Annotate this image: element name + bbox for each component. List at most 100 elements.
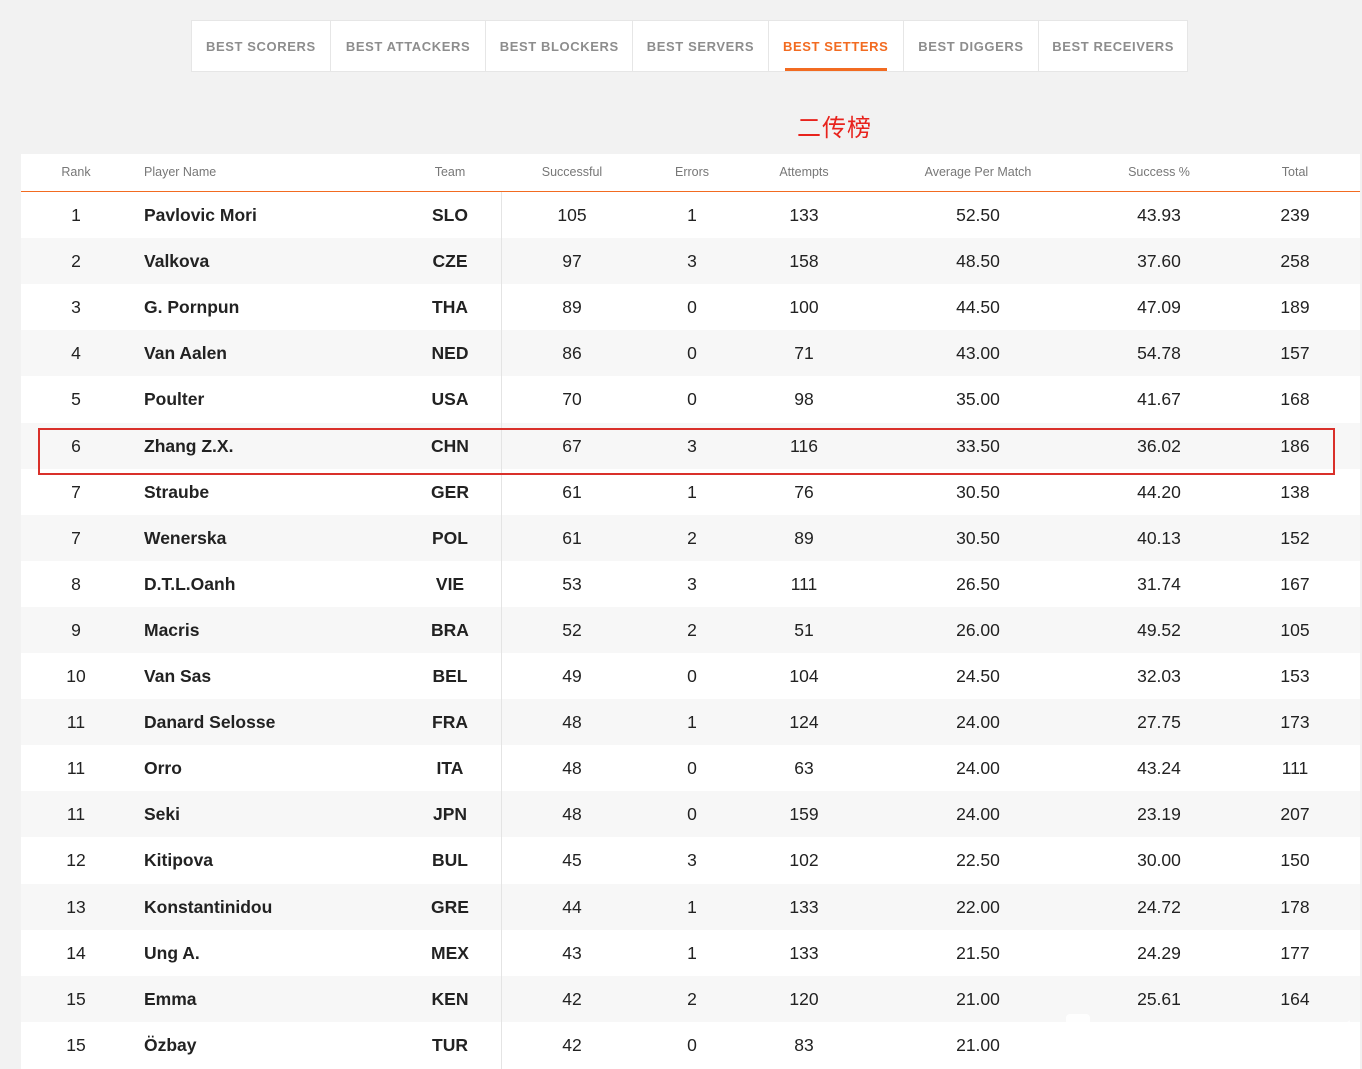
cell-name: Konstantinidou — [144, 896, 273, 917]
table-row[interactable]: 3 G. Pornpun THA 89 0 100 44.50 47.09 189 — [21, 284, 1360, 330]
cell-name: G. Pornpun — [144, 297, 240, 318]
table-row[interactable]: 7 Wenerska POL 61 2 89 30.50 40.13 152 — [21, 514, 1360, 561]
header-errors[interactable]: Errors — [652, 154, 732, 191]
tab-best-attackers[interactable]: BEST ATTACKERS — [331, 21, 487, 71]
cell-successful: 48 — [562, 758, 582, 779]
cell-errors: 0 — [687, 666, 697, 686]
tab-best-receivers[interactable]: BEST RECEIVERS — [1039, 21, 1187, 71]
cell-errors: 2 — [687, 619, 697, 640]
cell-name: Zhang Z.X. — [144, 435, 234, 456]
cell-avg: 52.50 — [956, 205, 1000, 225]
cell-errors: 1 — [687, 205, 697, 225]
cell-name: Ung A. — [144, 942, 200, 963]
cell-rank: 2 — [71, 251, 81, 272]
cell-name: Özbay — [144, 1034, 197, 1055]
cell-attempts: 124 — [789, 712, 819, 733]
cell-successful: 67 — [562, 435, 582, 456]
header-player-name[interactable]: Player Name — [144, 154, 216, 191]
cell-team: POL — [432, 527, 468, 548]
cell-pct: 23.19 — [1137, 804, 1181, 825]
cell-avg: 26.50 — [956, 573, 1000, 594]
tab-best-scorers[interactable]: BEST SCORERS — [192, 21, 331, 71]
table-row[interactable]: 8 D.T.L.Oanh VIE 53 3 111 26.50 31.74 167 — [21, 561, 1360, 607]
table-row[interactable]: 2 Valkova CZE 97 3 158 48.50 37.60 258 — [21, 238, 1360, 285]
cell-rank: 12 — [66, 850, 86, 871]
table-row[interactable]: 4 Van Aalen NED 86 0 71 43.00 54.78 157 — [21, 330, 1360, 377]
table-header: Rank Player Name Team Successful Errors … — [21, 154, 1360, 192]
cell-avg: 30.50 — [956, 527, 1000, 548]
cell-pct: 40.13 — [1137, 527, 1181, 548]
cell-name: Van Aalen — [144, 343, 227, 364]
table-row[interactable]: 1 Pavlovic Mori SLO 105 1 133 52.50 43.93 239 — [21, 192, 1360, 238]
table-row[interactable]: 11 Orro ITA 48 0 63 24.00 43.24 111 — [21, 745, 1360, 791]
cell-successful: 48 — [562, 712, 582, 733]
cell-team: BEL — [432, 666, 468, 686]
cell-total: 178 — [1280, 896, 1310, 917]
table-row[interactable]: 15 Özbay TUR 42 0 83 21.00 — [21, 1022, 1360, 1068]
cell-pct: 41.67 — [1137, 389, 1181, 410]
cell-errors: 0 — [687, 758, 697, 779]
cell-team: GER — [431, 481, 469, 502]
cell-total: 111 — [1281, 758, 1309, 779]
cell-avg: 21.50 — [956, 942, 1000, 963]
cell-attempts: 159 — [789, 804, 819, 825]
cell-team: THA — [432, 297, 468, 318]
cell-successful: 61 — [562, 481, 582, 502]
header-total[interactable]: Total — [1255, 154, 1335, 191]
tab-best-servers[interactable]: BEST SERVERS — [633, 21, 769, 71]
cell-attempts: 98 — [794, 389, 814, 410]
cell-total: 177 — [1280, 942, 1310, 963]
cell-rank: 7 — [71, 481, 81, 502]
cell-rank: 6 — [71, 435, 81, 456]
header-success-percent[interactable]: Success % — [1099, 154, 1219, 191]
header-average-per-match[interactable]: Average Per Match — [888, 154, 1068, 191]
table-row[interactable]: 13 Konstantinidou GRE 44 1 133 22.00 24.72 178 — [21, 883, 1360, 930]
active-tab-underline — [784, 68, 887, 71]
cell-name: Straube — [144, 481, 210, 502]
cell-team: TUR — [432, 1034, 468, 1055]
table-row[interactable]: 11 Seki JPN 48 0 159 24.00 23.19 207 — [21, 791, 1360, 838]
table-row[interactable]: 5 Poulter USA 70 0 98 35.00 41.67 168 — [21, 376, 1360, 422]
cell-rank: 7 — [71, 527, 81, 548]
setters-table: Rank Player Name Team Successful Errors … — [21, 154, 1360, 1069]
table-row[interactable]: 14 Ung A. MEX 43 1 133 21.50 24.29 177 — [21, 930, 1360, 976]
table-row[interactable]: 10 Van Sas BEL 49 0 104 24.50 32.03 153 — [21, 653, 1360, 699]
cell-pct: 32.03 — [1137, 666, 1181, 686]
cell-successful: 44 — [562, 896, 582, 917]
cell-pct: 25.61 — [1137, 988, 1181, 1009]
tab-label: BEST BLOCKERS — [499, 38, 619, 54]
header-attempts[interactable]: Attempts — [754, 154, 854, 191]
cell-total: 173 — [1280, 712, 1310, 733]
cell-errors: 1 — [687, 896, 697, 917]
cell-rank: 1 — [71, 205, 81, 225]
tab-best-diggers[interactable]: BEST DIGGERS — [904, 21, 1040, 71]
cell-total: 239 — [1280, 205, 1310, 225]
cell-avg: 21.00 — [956, 988, 1000, 1009]
table-row[interactable]: 6 Zhang Z.X. CHN 67 3 116 33.50 36.02 186 — [21, 422, 1360, 469]
cell-rank: 15 — [66, 988, 86, 1009]
cell-successful: 53 — [562, 573, 582, 594]
table-row[interactable]: 11 Danard Selosse FRA 48 1 124 24.00 27.75 173 — [21, 699, 1360, 746]
cell-pct — [1099, 1022, 1219, 1068]
cell-name: Pavlovic Mori — [144, 205, 257, 225]
cell-name: Macris — [144, 619, 200, 640]
table-row[interactable]: 12 Kitipova BUL 45 3 102 22.50 30.00 150 — [21, 837, 1360, 883]
cell-rank: 10 — [66, 666, 86, 686]
table-row[interactable]: 9 Macris BRA 52 2 51 26.00 49.52 105 — [21, 606, 1360, 653]
table-row[interactable]: 7 Straube GER 61 1 76 30.50 44.20 138 — [21, 469, 1360, 515]
cell-pct: 44.20 — [1137, 481, 1181, 502]
header-rank[interactable]: Rank — [41, 154, 111, 191]
tab-label: BEST SETTERS — [782, 38, 889, 54]
cell-successful: 43 — [562, 942, 582, 963]
tab-label: BEST SCORERS — [205, 38, 316, 54]
table-row[interactable]: 15 Emma KEN 42 2 120 21.00 25.61 164 — [21, 975, 1360, 1022]
cell-successful: 48 — [562, 804, 582, 825]
cell-avg: 44.50 — [956, 297, 1000, 318]
header-team[interactable]: Team — [410, 154, 490, 191]
cell-avg: 43.00 — [956, 343, 1000, 364]
cell-team: MEX — [431, 942, 469, 963]
tab-best-blockers[interactable]: BEST BLOCKERS — [486, 21, 634, 71]
tab-best-setters[interactable]: BEST SETTERS — [769, 21, 904, 71]
header-successful[interactable]: Successful — [522, 154, 622, 191]
cell-rank: 11 — [66, 804, 86, 825]
